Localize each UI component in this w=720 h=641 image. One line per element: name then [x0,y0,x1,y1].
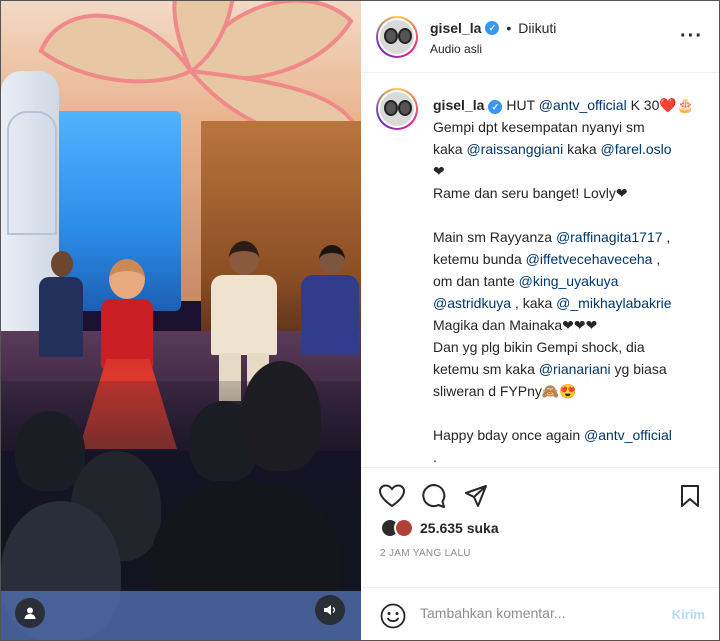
verified-badge-icon: ✓ [488,100,503,114]
caption-line: om dan tante @king_uyakuya [433,270,703,292]
post-actions: 25.635 suka 2 JAM YANG LALU [362,467,719,587]
caption-line: ketemu bunda @iffetvecehaveceha , [433,248,703,270]
emoji-button[interactable] [380,603,406,634]
following-status-button[interactable]: Diikuti [518,20,556,36]
caption-text-segment: ketemu bunda [433,251,526,267]
post-header: gisel_la ✓ • Diikuti Audio asli ··· [362,1,719,73]
more-options-button[interactable]: ··· [680,25,703,48]
author-avatar[interactable] [376,16,418,58]
header-separator: • [506,20,512,36]
post-details-panel: gisel_la ✓ • Diikuti Audio asli ··· gise… [362,1,719,640]
mention-link[interactable]: @raissanggiani [466,141,563,157]
mention-link[interactable]: @king_uyakuya [519,273,619,289]
caption-line: Main sm Rayyanza @raffinagita1717 , [433,226,703,248]
mention-link[interactable]: @farel.oslo [601,141,672,157]
caption-username[interactable]: gisel_la [433,97,484,113]
tagged-users-button[interactable] [15,598,45,628]
caption-text: gisel_la ✓ HUT @antv_official K 30❤️🎂 Gempi… [433,94,703,467]
caption-text-segment: Rame dan seru banget! Lovly❤ [433,185,628,201]
instagram-post-modal: gisel_la ✓ • Diikuti Audio asli ··· gise… [0,0,720,641]
likes-count[interactable]: 25.635 suka [420,520,499,536]
caption-text-segment: Dan yg plg bikin Gempi shock, dia [433,339,645,355]
caption-line: Magika dan Mainaka❤❤❤ [433,314,703,336]
video-bottom-strip [1,591,361,640]
caption-text-segment: kaka [433,141,467,157]
caption-line: kaka @raissanggiani kaka @farel.oslo [433,138,703,160]
more-horizontal-icon: ··· [680,25,703,47]
author-line: gisel_la ✓ • Diikuti [430,20,556,36]
comment-input[interactable] [420,605,650,621]
caption-line: Happy bday once again @antv_official [433,424,703,446]
caption-text-segment: sliweran d FYPny🙈😍 [433,383,577,399]
caption-text-segment: yg biasa [610,361,667,377]
post-video[interactable] [1,1,361,640]
caption-line [433,402,703,424]
caption-line: ketemu sm kaka @rianariani yg biasa [433,358,703,380]
comment-composer: Kirim [362,587,719,640]
mention-link[interactable]: @antv_official [584,427,672,443]
caption-text-segment: Magika dan Mainaka❤❤❤ [433,317,598,333]
caption-line [433,204,703,226]
performer-left-dancer [39,251,83,371]
comment-button[interactable] [420,482,448,510]
mention-link[interactable]: @iffetvecehaveceha [526,251,653,267]
performer-right-dancer [299,245,361,385]
mention-link[interactable]: @rianariani [539,361,611,377]
caption-line: Gempi dpt kesempatan nyanyi sm [433,116,703,138]
caption-line: sliweran d FYPny🙈😍 [433,380,703,402]
share-button[interactable] [462,482,490,510]
caption-line: ❤ [433,160,703,182]
author-username[interactable]: gisel_la [430,20,481,36]
caption-text-segment: K 30❤️🎂 [626,97,695,113]
mention-link[interactable]: @_mikhaylabakrie [556,295,671,311]
heart-icon [379,484,405,508]
caption-text-segment: . [433,449,437,465]
caption-text-segment: om dan tante [433,273,519,289]
mention-link[interactable]: @raffinagita1717 [556,229,663,245]
caption-text-segment: ❤ [433,163,445,179]
emoji-icon [380,603,406,629]
user-tag-icon [24,607,36,619]
caption-text-segment: kaka [563,141,601,157]
caption-text-segment: Main sm Rayyanza [433,229,556,245]
caption-text-segment: Gempi dpt kesempatan nyanyi sm [433,119,645,135]
caption-line: Rame dan seru banget! Lovly❤ [433,182,703,204]
caption-line: Dan yg plg bikin Gempi shock, dia [433,336,703,358]
bookmark-icon [681,485,699,507]
caption-text-segment: ketemu sm kaka [433,361,539,377]
post-comment-button[interactable]: Kirim [672,607,705,622]
send-icon [465,485,487,507]
likes-summary[interactable]: 25.635 suka [380,518,499,538]
caption-line: @astridkuya , kaka @_mikhaylabakrie [433,292,703,314]
caption-text-segment: Happy bday once again [433,427,584,443]
mute-toggle-button[interactable] [315,595,345,625]
speaker-icon [324,605,336,615]
caption-line: gisel_la ✓ HUT @antv_official K 30❤️🎂 [433,94,703,116]
caption-line: . [433,446,703,467]
save-button[interactable] [676,482,704,510]
caption-author-avatar[interactable] [376,88,418,130]
caption-text-segment: , [652,251,661,267]
caption-text-segment: , kaka [511,295,557,311]
post-timestamp[interactable]: 2 JAM YANG LALU [380,548,471,559]
audio-label[interactable]: Audio asli [430,42,482,56]
verified-badge-icon: ✓ [485,21,500,35]
like-button[interactable] [378,482,406,510]
caption-section: gisel_la ✓ HUT @antv_official K 30❤️🎂 Gempi… [362,74,719,467]
caption-text-segment: , [662,229,671,245]
comment-icon [422,484,446,508]
liker-avatar [394,518,414,538]
caption-text-segment: HUT [506,97,539,113]
mention-link[interactable]: @astridkuya [433,295,511,311]
mention-link[interactable]: @antv_official [539,97,627,113]
